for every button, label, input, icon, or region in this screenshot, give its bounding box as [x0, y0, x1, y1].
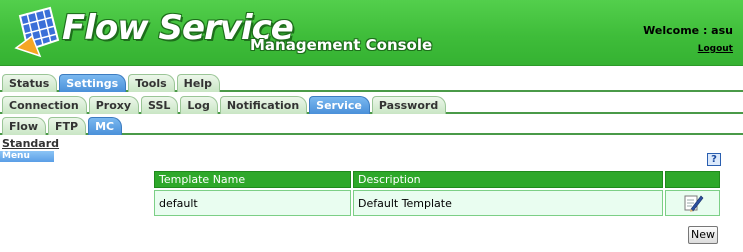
cell-actions — [665, 190, 720, 216]
help-icon[interactable]: ? — [707, 153, 721, 166]
settings-tabs: Connection Proxy SSL Log Notification Se… — [0, 94, 743, 114]
tab-mc[interactable]: MC — [88, 117, 123, 135]
header-description: Description — [353, 171, 663, 188]
tab-notification[interactable]: Notification — [219, 96, 308, 114]
logout-link[interactable]: Logout — [698, 44, 733, 54]
brand-subtitle: Management Console — [250, 36, 433, 54]
table-header-row: Template Name Description — [154, 171, 720, 188]
tab-flow[interactable]: Flow — [2, 117, 47, 135]
menu-standard-link[interactable]: Standard — [2, 137, 59, 150]
logo-icon — [14, 6, 60, 58]
menu-label: Menu — [0, 151, 54, 162]
cell-template-name: default — [154, 190, 351, 216]
tab-ssl[interactable]: SSL — [141, 96, 179, 114]
tab-log[interactable]: Log — [180, 96, 218, 114]
tab-connection[interactable]: Connection — [2, 96, 87, 114]
service-tabs: Flow FTP MC — [0, 116, 743, 135]
header-actions — [665, 171, 720, 188]
tab-status[interactable]: Status — [2, 74, 58, 92]
header-template-name: Template Name — [154, 171, 351, 188]
tab-help[interactable]: Help — [176, 74, 220, 92]
tab-password[interactable]: Password — [371, 96, 447, 114]
tab-settings[interactable]: Settings — [59, 74, 127, 92]
tab-proxy[interactable]: Proxy — [88, 96, 140, 114]
welcome-text: Welcome : asu — [643, 24, 733, 37]
header-banner: Flow Service Management Console Welcome … — [0, 0, 743, 66]
primary-tabs: Status Settings Tools Help — [0, 72, 743, 92]
edit-icon[interactable] — [682, 193, 704, 213]
tab-tools[interactable]: Tools — [128, 74, 175, 92]
new-button[interactable]: New — [688, 226, 718, 244]
tab-ftp[interactable]: FTP — [48, 117, 87, 135]
template-table: Template Name Description default Defaul… — [152, 169, 722, 218]
tab-service[interactable]: Service — [309, 96, 370, 114]
table-row: default Default Template — [154, 190, 720, 216]
cell-description: Default Template — [353, 190, 663, 216]
